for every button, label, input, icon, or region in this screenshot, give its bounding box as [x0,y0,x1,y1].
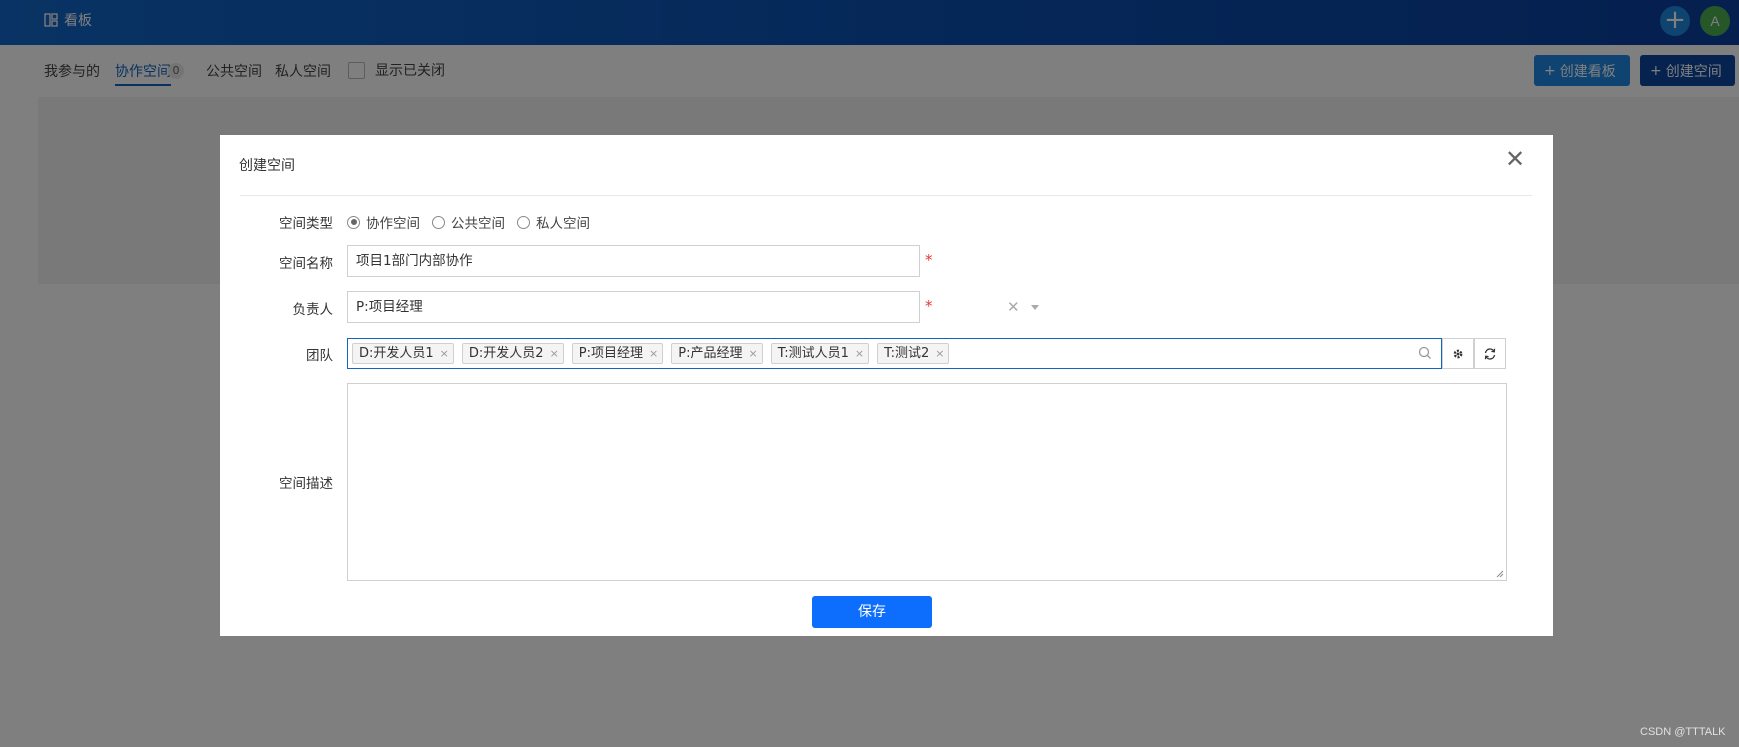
chevron-down-icon[interactable] [1031,305,1039,310]
team-tag: P:产品经理 × [671,343,763,364]
tag-label: P:项目经理 [578,346,644,361]
tag-label: P:产品经理 [678,346,743,361]
owner-value: P:项目经理 [356,299,423,315]
radio-option-collab[interactable]: 协作空间 [347,212,420,232]
team-tag: P:项目经理 × [571,343,664,364]
radio-label: 公共空间 [451,216,505,232]
settings-button[interactable] [1442,338,1474,369]
team-tag: D:开发人员1 × [352,343,454,364]
dialog-title: 创建空间 [239,158,295,174]
team-tag: T:测试人员1 × [770,343,870,364]
space-type-label: 空间类型 [279,216,333,232]
team-label: 团队 [306,348,333,364]
team-tags: D:开发人员1 × D:开发人员2 × P:项目经理 × P:产品经理 × T:测试人员… [352,343,950,364]
refresh-icon [1484,347,1496,360]
resize-grip-icon[interactable] [1496,570,1504,578]
space-name-label: 空间名称 [279,256,333,272]
tag-label: T:测试人员1 [777,346,849,361]
gear-icon [1453,349,1463,358]
description-textarea[interactable] [347,383,1507,581]
team-tag: D:开发人员2 × [461,343,564,364]
clear-icon[interactable]: ✕ [1007,292,1020,322]
tag-label: D:开发人员1 [359,346,434,361]
remove-tag-icon[interactable]: × [748,344,757,363]
remove-tag-icon[interactable]: × [440,344,449,363]
create-space-dialog: 创建空间 ✕ 空间类型 协作空间 公共空间 私人空间 空间名称 项目1部门内部协… [220,135,1553,636]
radio-button[interactable] [432,215,445,229]
refresh-button[interactable] [1474,338,1506,369]
radio-option-private[interactable]: 私人空间 [517,212,590,232]
owner-select[interactable]: P:项目经理 ✕ [347,291,1039,323]
remove-tag-icon[interactable]: × [855,344,864,363]
close-icon[interactable]: ✕ [1505,147,1525,171]
tag-label: T:测试2 [884,346,930,361]
save-button[interactable]: 保存 [812,596,932,628]
radio-button[interactable] [347,215,360,229]
search-icon[interactable] [1417,345,1433,361]
radio-label: 协作空间 [366,216,420,232]
owner-label: 负责人 [292,302,334,318]
divider [240,195,1532,196]
radio-button[interactable] [517,215,530,229]
team-tag: T:测试2 × [877,343,950,364]
required-mark: * [925,297,933,315]
description-label: 空间描述 [279,476,333,492]
radio-option-public[interactable]: 公共空间 [432,212,505,232]
required-mark: * [925,251,933,269]
remove-tag-icon[interactable]: × [649,344,658,363]
tag-label: D:开发人员2 [468,346,544,361]
space-type-radio-group: 协作空间 公共空间 私人空间 [347,212,594,232]
radio-label: 私人空间 [536,216,590,232]
remove-tag-icon[interactable]: × [550,344,559,363]
space-name-input[interactable]: 项目1部门内部协作 [347,245,920,277]
watermark: CSDN @TTTALK [1640,726,1726,738]
team-multiselect[interactable]: D:开发人员1 × D:开发人员2 × P:项目经理 × P:产品经理 × T:测试人员… [347,338,1442,369]
remove-tag-icon[interactable]: × [935,344,944,363]
